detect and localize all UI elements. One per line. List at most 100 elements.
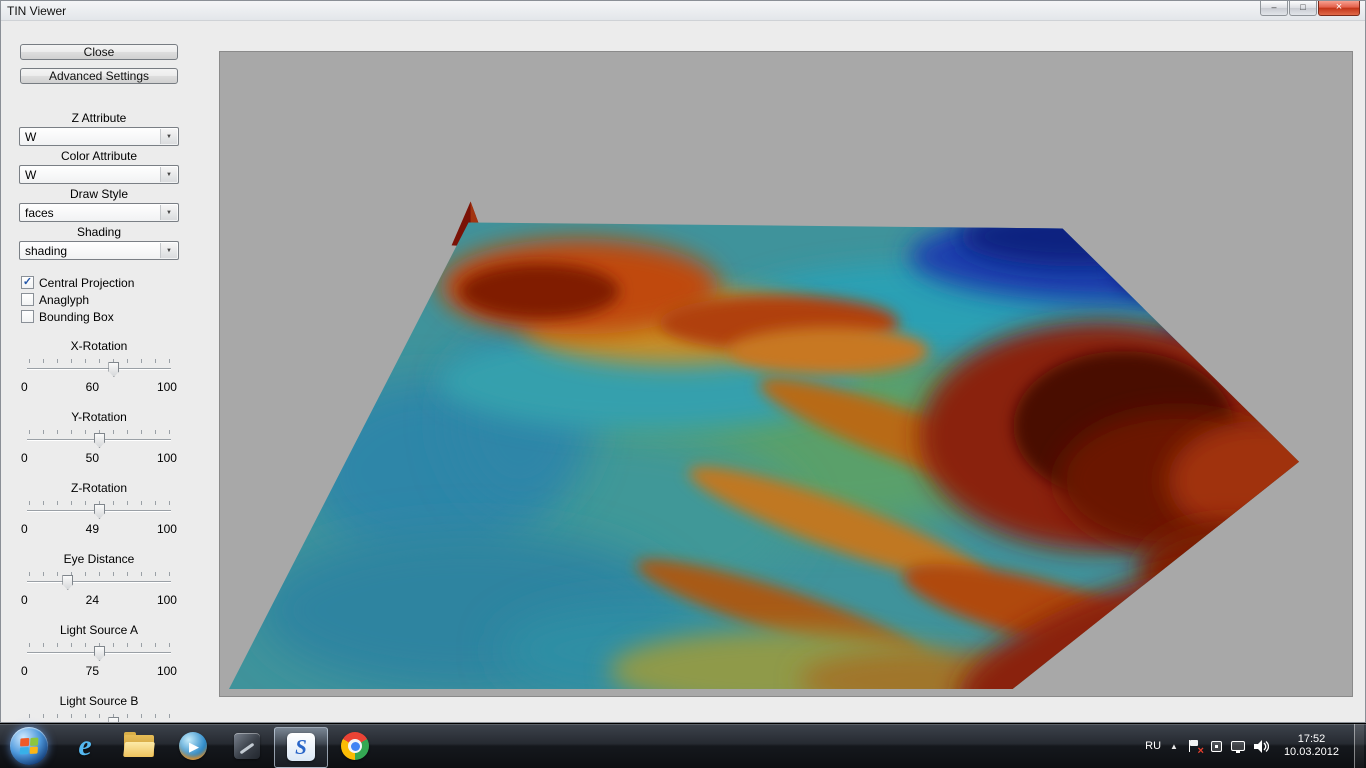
slider-max: 100 bbox=[157, 522, 177, 536]
slider-x-rotation: X-Rotation 0 60 100 bbox=[19, 339, 179, 394]
slider-light-source-a: Light Source A 0 75 100 bbox=[19, 623, 179, 678]
terrain-3d-render[interactable] bbox=[220, 52, 1352, 696]
dropdown-value: W bbox=[25, 130, 36, 144]
advanced-settings-button[interactable]: Advanced Settings bbox=[20, 68, 178, 84]
checkbox-box[interactable]: ✓ bbox=[21, 310, 34, 323]
clock-date: 10.03.2012 bbox=[1284, 746, 1339, 759]
slider-max: 100 bbox=[157, 451, 177, 465]
slider-track[interactable] bbox=[27, 714, 171, 722]
close-window-button[interactable]: × bbox=[1318, 1, 1360, 16]
slider-ticks bbox=[29, 714, 171, 718]
slider-value: 24 bbox=[86, 593, 99, 607]
show-desktop-button[interactable] bbox=[1354, 724, 1364, 768]
chevron-down-icon[interactable]: ▼ bbox=[160, 205, 177, 220]
slider-label: Light Source A bbox=[19, 623, 179, 637]
slider-min: 0 bbox=[21, 522, 28, 536]
slider-thumb[interactable] bbox=[62, 575, 73, 590]
minimize-button[interactable]: – bbox=[1260, 1, 1288, 16]
play-icon: ▶ bbox=[189, 740, 199, 753]
chrome-icon bbox=[341, 732, 369, 760]
slider-values: 0 49 100 bbox=[19, 522, 179, 536]
slider-value: 50 bbox=[86, 451, 99, 465]
start-button[interactable] bbox=[10, 727, 48, 765]
slider-thumb[interactable] bbox=[108, 362, 119, 377]
taskbar-item-pinned-app[interactable] bbox=[220, 724, 274, 768]
slider-rail bbox=[27, 581, 171, 583]
slider-min: 0 bbox=[21, 451, 28, 465]
network-icon[interactable] bbox=[1231, 741, 1245, 751]
dropdown-value: shading bbox=[25, 244, 67, 258]
checkbox-group: ✓ Central Projection ✓ Anaglyph ✓ Boundi… bbox=[21, 274, 134, 325]
taskbar-item-explorer[interactable] bbox=[112, 724, 166, 768]
slider-value: 75 bbox=[86, 664, 99, 678]
color-attribute-group: Color Attribute W ▼ bbox=[19, 150, 179, 184]
folder-icon bbox=[124, 735, 154, 757]
chevron-down-icon[interactable]: ▼ bbox=[160, 243, 177, 258]
language-indicator[interactable]: RU bbox=[1145, 740, 1161, 752]
titlebar: TIN Viewer – □ × bbox=[1, 1, 1365, 21]
slider-track[interactable] bbox=[27, 643, 171, 661]
screen: TIN Viewer – □ × Close Advanced Settings… bbox=[0, 0, 1366, 768]
window-title: TIN Viewer bbox=[7, 4, 66, 18]
slider-values: 0 60 100 bbox=[19, 380, 179, 394]
slider-label: Eye Distance bbox=[19, 552, 179, 566]
shading-dropdown[interactable]: shading ▼ bbox=[19, 241, 179, 260]
slider-thumb[interactable] bbox=[94, 646, 105, 661]
client-area: Close Advanced Settings Z Attribute W ▼ … bbox=[1, 21, 1365, 722]
system-tray: RU ▲ 17:52 10.03.2012 bbox=[1145, 724, 1366, 768]
clock[interactable]: 17:52 10.03.2012 bbox=[1284, 733, 1339, 759]
checkbox-box[interactable]: ✓ bbox=[21, 293, 34, 306]
shading-label: Shading bbox=[19, 226, 179, 239]
close-button[interactable]: Close bbox=[20, 44, 178, 60]
dropdown-value: W bbox=[25, 168, 36, 182]
checkbox-anaglyph[interactable]: ✓ Anaglyph bbox=[21, 291, 134, 308]
taskbar-item-chrome[interactable] bbox=[328, 724, 382, 768]
checkbox-central-projection[interactable]: ✓ Central Projection bbox=[21, 274, 134, 291]
tin-viewer-window: TIN Viewer – □ × Close Advanced Settings… bbox=[0, 0, 1366, 723]
device-tray-icon[interactable] bbox=[1211, 741, 1222, 752]
dropdown-value: faces bbox=[25, 206, 54, 220]
pinned-app-icon bbox=[234, 733, 260, 759]
slider-z-rotation: Z-Rotation 0 49 100 bbox=[19, 481, 179, 536]
draw-style-dropdown[interactable]: faces ▼ bbox=[19, 203, 179, 222]
action-center-icon[interactable] bbox=[1187, 739, 1202, 753]
volume-icon[interactable] bbox=[1254, 740, 1269, 753]
checkbox-box[interactable]: ✓ bbox=[21, 276, 34, 289]
checkbox-label: Bounding Box bbox=[39, 310, 114, 324]
slider-track[interactable] bbox=[27, 430, 171, 448]
maximize-button[interactable]: □ bbox=[1289, 1, 1317, 16]
slider-track[interactable] bbox=[27, 359, 171, 377]
taskbar-item-internet-explorer[interactable]: e bbox=[58, 724, 112, 768]
slider-label: Light Source B bbox=[19, 694, 179, 708]
slider-label: Y-Rotation bbox=[19, 410, 179, 424]
z-attribute-dropdown[interactable]: W ▼ bbox=[19, 127, 179, 146]
slider-rail bbox=[27, 368, 171, 370]
media-player-icon: ▶ bbox=[179, 732, 207, 760]
color-attribute-label: Color Attribute bbox=[19, 150, 179, 163]
slider-thumb[interactable] bbox=[108, 717, 119, 722]
z-attribute-group: Z Attribute W ▼ bbox=[19, 112, 179, 146]
taskbar: e ▶ S RU ▲ bbox=[0, 723, 1366, 768]
color-attribute-dropdown[interactable]: W ▼ bbox=[19, 165, 179, 184]
slider-thumb[interactable] bbox=[94, 433, 105, 448]
check-icon: ✓ bbox=[23, 277, 32, 288]
window-controls: – □ × bbox=[1259, 1, 1360, 16]
show-hidden-icons-button[interactable]: ▲ bbox=[1170, 742, 1178, 751]
taskbar-item-tin-viewer-active[interactable]: S bbox=[274, 727, 328, 768]
slider-track[interactable] bbox=[27, 572, 171, 590]
taskbar-item-media-player[interactable]: ▶ bbox=[166, 724, 220, 768]
draw-style-group: Draw Style faces ▼ bbox=[19, 188, 179, 222]
render-viewport[interactable] bbox=[219, 51, 1353, 697]
chevron-down-icon[interactable]: ▼ bbox=[160, 167, 177, 182]
slider-label: Z-Rotation bbox=[19, 481, 179, 495]
chevron-down-icon[interactable]: ▼ bbox=[160, 129, 177, 144]
slider-thumb[interactable] bbox=[94, 504, 105, 519]
windows-logo-icon bbox=[20, 737, 39, 754]
control-panel: Close Advanced Settings Z Attribute W ▼ … bbox=[1, 21, 197, 722]
checkbox-bounding-box[interactable]: ✓ Bounding Box bbox=[21, 308, 134, 325]
slider-track[interactable] bbox=[27, 501, 171, 519]
slider-max: 100 bbox=[157, 380, 177, 394]
slider-label: X-Rotation bbox=[19, 339, 179, 353]
slider-max: 100 bbox=[157, 593, 177, 607]
slider-eye-distance: Eye Distance 0 24 100 bbox=[19, 552, 179, 607]
